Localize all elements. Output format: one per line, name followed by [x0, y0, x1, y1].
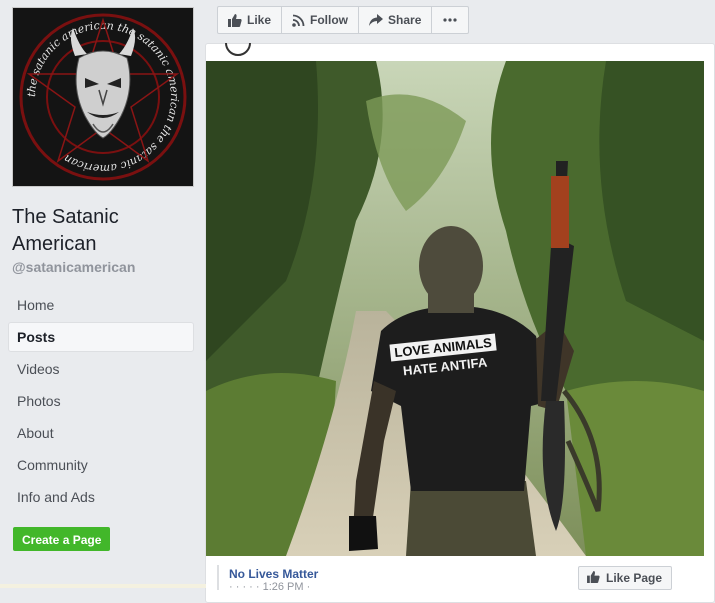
share-button-label: Share — [388, 13, 422, 27]
page-profile-picture[interactable]: the satanic american the satanic america… — [12, 7, 194, 187]
ellipsis-icon — [443, 18, 457, 22]
like-page-button[interactable]: Like Page — [578, 566, 673, 590]
like-page-label: Like Page — [606, 571, 663, 585]
share-button[interactable]: Share — [359, 7, 433, 33]
post-photo[interactable]: LOVE ANIMALS HATE ANTIFA — [206, 61, 704, 556]
nav-item-about[interactable]: About — [8, 418, 194, 448]
page-action-bar: Like Follow Share — [217, 6, 470, 34]
nav-item-posts[interactable]: Posts — [8, 322, 194, 352]
share-arrow-icon — [369, 14, 384, 26]
nav-item-videos[interactable]: Videos — [8, 354, 194, 384]
thumbs-up-icon — [587, 570, 600, 586]
page-title: The Satanic American — [12, 206, 119, 255]
follow-button[interactable]: Follow — [282, 7, 360, 33]
nav-item-home[interactable]: Home — [8, 290, 194, 320]
page-handle[interactable]: @satanicamerican — [12, 259, 135, 275]
like-button[interactable]: Like — [218, 7, 283, 33]
satanic-american-logo: the satanic american the satanic america… — [19, 13, 187, 181]
nav-item-community[interactable]: Community — [8, 450, 194, 480]
page-nav: Home Posts Videos Photos About Community… — [8, 290, 194, 514]
link-preview-bar — [217, 565, 219, 590]
like-button-label: Like — [247, 13, 272, 27]
shared-link-title[interactable]: No Lives Matter — [229, 567, 318, 581]
shared-link-meta: · · · · · 1:26 PM · — [229, 581, 311, 593]
thumbs-up-icon — [228, 13, 242, 27]
follow-button-label: Follow — [310, 13, 349, 27]
more-options-button[interactable] — [432, 7, 468, 33]
bottom-strip — [0, 584, 206, 588]
nav-item-photos[interactable]: Photos — [8, 386, 194, 416]
rss-icon — [292, 14, 305, 27]
nav-item-info-and-ads[interactable]: Info and Ads — [8, 482, 194, 512]
create-page-button[interactable]: Create a Page — [13, 527, 111, 551]
